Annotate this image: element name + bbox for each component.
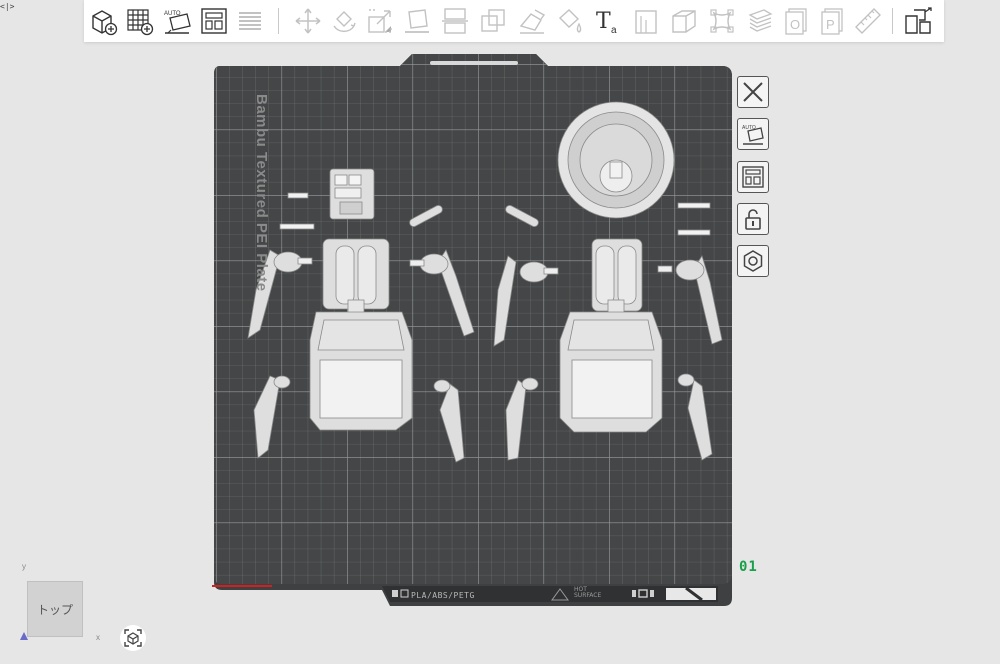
svg-text:O: O xyxy=(790,17,800,32)
object-o-icon: O xyxy=(785,8,807,35)
boolean-icon xyxy=(481,9,505,32)
box-icon xyxy=(672,10,696,33)
build-plate[interactable] xyxy=(212,50,736,608)
seam-button[interactable] xyxy=(630,5,662,37)
collapse-sidebar-toggle[interactable]: <|> xyxy=(0,2,14,11)
view-axis-y-label: y xyxy=(22,562,26,571)
svg-text:a: a xyxy=(611,25,617,36)
variable-layer-button[interactable] xyxy=(744,5,776,37)
measure-icon xyxy=(710,9,734,33)
main-toolbar: AUTO T a O P xyxy=(84,0,944,42)
text-icon: T a xyxy=(596,9,617,36)
lock-plate-button[interactable] xyxy=(737,203,769,235)
assembly-button[interactable] xyxy=(668,5,700,37)
view-axis-x-label: x xyxy=(96,633,100,642)
paint-bucket-icon xyxy=(558,9,582,33)
view-cube[interactable]: トップ xyxy=(27,581,83,637)
close-icon xyxy=(743,82,763,102)
seam-icon xyxy=(635,10,657,34)
text-tool-button[interactable]: T a xyxy=(592,5,624,37)
arrange-plate-button[interactable] xyxy=(737,161,769,193)
ruler-icon xyxy=(855,8,881,34)
cube-plus-icon xyxy=(92,10,118,36)
layers-icon xyxy=(239,12,261,30)
plate-filament-types: PLA/ABS/PETG xyxy=(411,591,475,600)
grid-plus-icon xyxy=(127,9,154,36)
rotate-button[interactable] xyxy=(328,5,360,37)
view-cube-face-label: トップ xyxy=(36,602,73,617)
svg-text:P: P xyxy=(826,17,835,32)
move-button[interactable] xyxy=(292,5,324,37)
toolbar-separator xyxy=(278,8,279,34)
plate-number[interactable]: 01 xyxy=(739,559,758,575)
view-axis-origin-icon xyxy=(20,632,28,640)
auto-orient-plate-button[interactable]: AUTO xyxy=(737,118,769,150)
plate-name-label: Bambu Textured PEI Plate xyxy=(253,94,270,292)
auto-orient-icon: AUTO xyxy=(164,11,191,34)
auto-orient-icon: AUTO xyxy=(742,125,764,145)
arrange-icon xyxy=(742,166,764,188)
support-paint-icon xyxy=(519,9,546,34)
lay-on-face-icon xyxy=(405,9,429,33)
measure-button[interactable] xyxy=(706,5,738,37)
cut-button[interactable] xyxy=(439,5,471,37)
lock-icon xyxy=(745,209,761,230)
gear-icon xyxy=(743,250,763,272)
ruler-button[interactable] xyxy=(852,5,884,37)
part-list-button[interactable]: P xyxy=(816,5,848,37)
split-layers-button[interactable] xyxy=(234,5,266,37)
explode-button[interactable] xyxy=(902,5,934,37)
scale-icon xyxy=(368,9,392,33)
support-paint-button[interactable] xyxy=(516,5,548,37)
arrange-icon xyxy=(201,8,227,34)
fit-view-button[interactable] xyxy=(120,625,146,651)
auto-orient-button[interactable]: AUTO xyxy=(161,5,193,37)
variable-layer-icon xyxy=(748,9,773,32)
close-plate-button[interactable] xyxy=(737,76,769,108)
boolean-button[interactable] xyxy=(477,5,509,37)
lay-on-face-button[interactable] xyxy=(401,5,433,37)
plate-surface-warning: HOT SURFACE xyxy=(574,586,602,599)
move-arrows-icon xyxy=(295,8,321,34)
fit-view-icon xyxy=(124,629,142,647)
object-list-button[interactable]: O xyxy=(780,5,812,37)
plate-handle xyxy=(430,61,518,65)
plate-settings-button[interactable] xyxy=(737,245,769,277)
arrange-button[interactable] xyxy=(198,5,230,37)
toolbar-separator xyxy=(892,8,893,34)
svg-text:T: T xyxy=(596,9,611,34)
color-paint-button[interactable] xyxy=(554,5,586,37)
explode-icon xyxy=(905,7,932,34)
scale-button[interactable] xyxy=(364,5,396,37)
part-p-icon: P xyxy=(821,8,843,35)
add-object-button[interactable] xyxy=(88,5,120,37)
add-plate-button[interactable] xyxy=(124,5,156,37)
rotate-icon xyxy=(333,11,356,32)
cut-icon xyxy=(442,8,468,34)
